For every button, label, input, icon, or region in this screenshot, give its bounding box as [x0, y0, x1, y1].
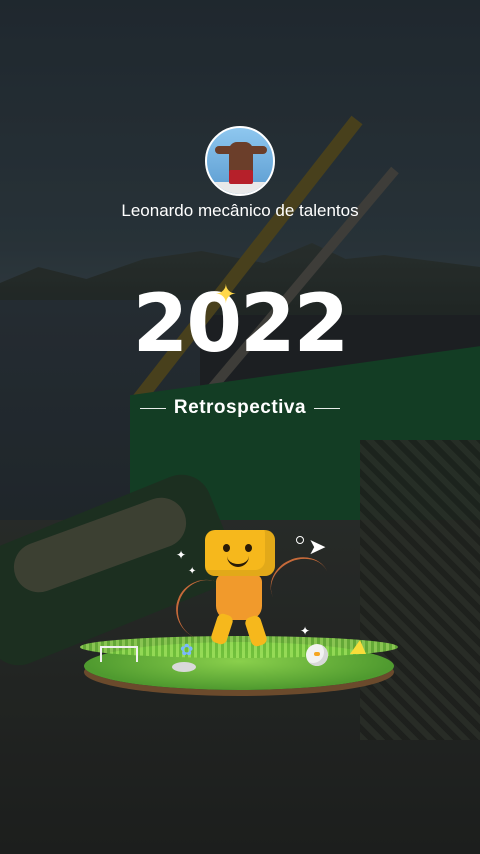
mascot-smile	[227, 554, 249, 567]
sparkle-icon: ✦	[300, 624, 311, 638]
year-title: 2022	[132, 277, 350, 370]
chick-icon	[306, 644, 328, 666]
retrospective-screen: Leonardo mecânico de talentos 2022 ✦ Ret…	[0, 0, 480, 854]
divider-left	[139, 407, 166, 409]
flower-icon: ✿	[180, 640, 194, 659]
sparkle-icon: ✦	[176, 548, 187, 562]
mascot-eye	[245, 544, 252, 552]
stone-icon	[172, 662, 196, 672]
fence-icon	[100, 646, 138, 662]
retrospective-label: Retrospectiva	[173, 397, 307, 418]
paper-plane-icon: ➤	[308, 535, 327, 560]
username: Leonardo mecânico de talentos	[121, 201, 359, 220]
mascot-illustration: ✿ ➤ ✦ ✦ ✦	[80, 520, 410, 700]
avatar[interactable]	[205, 126, 275, 196]
divider-right	[314, 407, 341, 409]
mascot-head	[205, 530, 275, 576]
cheese-icon	[350, 640, 366, 654]
sparkle-icon: ✦	[188, 566, 197, 577]
circle-icon	[296, 536, 304, 544]
sparkle-icon: ✦	[215, 280, 237, 310]
subtitle-row: Retrospectiva	[0, 394, 480, 422]
mascot-eye	[223, 544, 230, 552]
